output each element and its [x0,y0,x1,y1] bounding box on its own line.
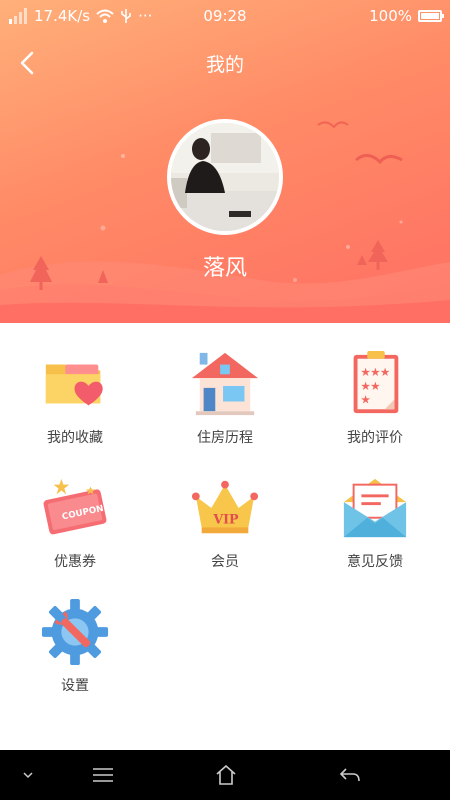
coupon-icon: COUPON [43,478,107,535]
menu-item-housing-history[interactable]: 住房历程 [150,323,300,447]
settings-gear-icon [41,598,109,666]
network-speed: 17.4K/s [34,7,91,25]
menu-button[interactable] [83,758,123,792]
feedback-envelope-icon [343,478,407,538]
menu-lines-icon [93,768,113,782]
usb-icon [121,9,131,23]
rating-clipboard-icon: ★ ★ ★ ★ ★ ★ [353,350,399,414]
home-button[interactable] [206,758,246,792]
nav-bar: 我的 [0,40,450,86]
system-back-button[interactable] [330,758,370,792]
menu-item-favorites[interactable]: 我的收藏 [0,323,150,447]
house-icon [191,352,259,416]
svg-text:★: ★ [370,379,380,393]
svg-text:VIP: VIP [212,512,239,527]
back-button[interactable] [10,46,44,80]
svg-text:★: ★ [360,392,370,406]
menu-label: 我的评价 [347,430,403,446]
chevron-down-icon [23,772,33,779]
menu-label: 我的收藏 [47,430,103,446]
more-notifications-icon: ··· [138,7,153,25]
page-title: 我的 [205,53,244,76]
menu-item-my-reviews[interactable]: ★ ★ ★ ★ ★ ★ 我的评价 [300,323,450,447]
battery-level-fill [421,13,439,19]
menu-label: 会员 [211,554,239,570]
collapse-nav-button[interactable] [8,758,48,792]
username: 落风 [202,256,247,281]
svg-text:★: ★ [380,365,390,379]
menu-item-settings[interactable]: 设置 [0,571,150,695]
chevron-left-icon [20,51,34,75]
avatar-photo [171,123,279,231]
menu-item-membership[interactable]: VIP 会员 [150,447,300,571]
status-bar: 17.4K/s ··· 09:28 100% [0,0,450,32]
vip-crown-icon: VIP [191,480,259,534]
avatar[interactable] [167,119,283,235]
battery-percent: 100% [369,7,412,25]
signal-strength-icon [9,8,27,24]
battery-icon [418,10,444,22]
menu-label: 住房历程 [197,430,253,446]
favorites-folder-heart-icon [45,364,103,406]
menu-label: 设置 [61,678,89,694]
profile-header: 17.4K/s ··· 09:28 100% 我的 落风 [0,0,450,323]
home-icon [216,765,236,785]
back-arrow-icon [339,768,360,782]
wifi-icon [96,9,114,23]
menu-item-feedback[interactable]: 意见反馈 [300,447,450,571]
menu-label: 意见反馈 [347,554,403,570]
menu-label: 优惠券 [54,554,96,570]
system-navigation-bar [0,750,450,800]
menu-item-coupons[interactable]: COUPON 优惠券 [0,447,150,571]
